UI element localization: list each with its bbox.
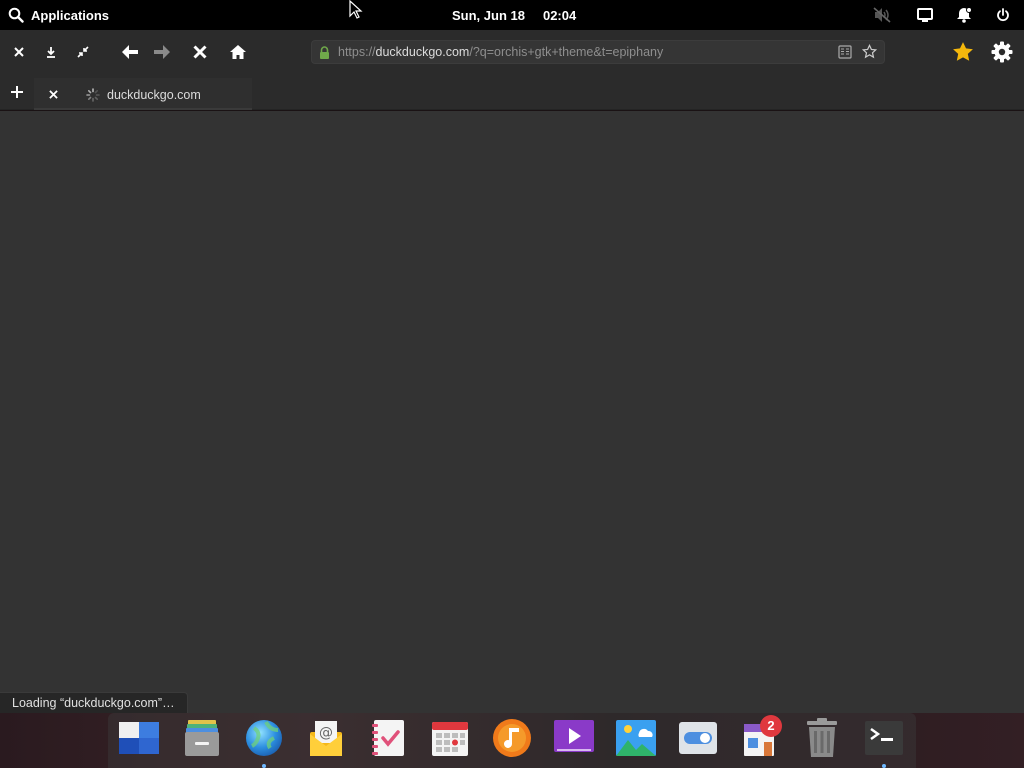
new-tab-button[interactable] xyxy=(5,80,29,104)
forward-button[interactable] xyxy=(150,40,174,64)
multitasking-view-icon[interactable] xyxy=(117,716,161,760)
mail-icon[interactable]: @ xyxy=(304,716,348,760)
status-bar: Loading “duckduckgo.com”… xyxy=(0,692,188,714)
tab-bar: duckduckgo.com xyxy=(0,74,1024,110)
music-icon[interactable] xyxy=(490,716,534,760)
terminal-icon[interactable] xyxy=(862,716,906,760)
tab-close-button[interactable] xyxy=(41,82,65,106)
address-bar[interactable]: https://duckduckgo.com/?q=orchis+gtk+the… xyxy=(311,40,885,64)
window-close-button[interactable] xyxy=(7,40,31,64)
tab-title: duckduckgo.com xyxy=(107,88,201,102)
search-icon xyxy=(8,7,24,23)
home-button[interactable] xyxy=(226,40,250,64)
back-button[interactable] xyxy=(118,40,142,64)
close-icon xyxy=(48,89,58,99)
files-icon[interactable] xyxy=(180,716,224,760)
date-label: Sun, Jun 18 xyxy=(452,7,525,23)
bookmarks-button[interactable] xyxy=(951,40,975,64)
appcenter-update-badge: 2 xyxy=(760,715,782,737)
videos-icon[interactable] xyxy=(552,716,596,760)
stop-loading-button[interactable] xyxy=(188,40,212,64)
calendar-icon[interactable] xyxy=(428,716,472,760)
unmaximize-button[interactable] xyxy=(71,40,95,64)
arrow-right-icon xyxy=(152,44,172,60)
applications-label: Applications xyxy=(31,7,110,23)
plus-icon xyxy=(11,86,23,98)
arrow-left-icon xyxy=(120,44,140,60)
datetime-indicator[interactable]: Sun, Jun 18 02:04 xyxy=(452,0,576,30)
display-icon[interactable] xyxy=(915,5,935,25)
notifications-bell-icon[interactable] xyxy=(954,5,974,25)
time-label: 02:04 xyxy=(542,7,577,23)
web-browser-icon[interactable] xyxy=(242,716,286,760)
running-indicator xyxy=(882,764,886,768)
top-panel: Applications Sun, Jun 18 02:04 xyxy=(0,0,1024,30)
home-icon xyxy=(229,44,247,60)
tab-duckduckgo[interactable]: duckduckgo.com xyxy=(34,78,252,110)
url-text: https://duckduckgo.com/?q=orchis+gtk+the… xyxy=(338,45,664,59)
gear-icon xyxy=(991,41,1013,63)
power-icon[interactable] xyxy=(993,5,1013,25)
photos-icon[interactable] xyxy=(614,716,658,760)
svg-text:@: @ xyxy=(319,725,333,741)
sound-muted-icon[interactable] xyxy=(872,5,892,25)
loading-spinner-icon xyxy=(86,88,100,102)
system-settings-icon[interactable] xyxy=(676,716,720,760)
close-icon xyxy=(14,47,24,57)
mouse-pointer-icon xyxy=(349,0,363,20)
main-menu-button[interactable] xyxy=(990,40,1014,64)
restore-icon xyxy=(77,46,89,58)
lock-icon xyxy=(319,46,330,59)
web-content-area[interactable] xyxy=(0,111,1024,713)
downloads-button[interactable] xyxy=(39,40,63,64)
applications-menu-button[interactable]: Applications xyxy=(8,0,109,30)
running-indicator xyxy=(262,764,266,768)
reader-mode-icon[interactable] xyxy=(838,45,852,59)
tasks-icon[interactable] xyxy=(366,716,410,760)
trash-icon[interactable] xyxy=(800,716,844,760)
download-icon xyxy=(45,46,57,58)
star-icon xyxy=(952,41,974,63)
bookmark-star-outline-icon[interactable] xyxy=(862,44,877,59)
stop-icon xyxy=(193,45,207,59)
